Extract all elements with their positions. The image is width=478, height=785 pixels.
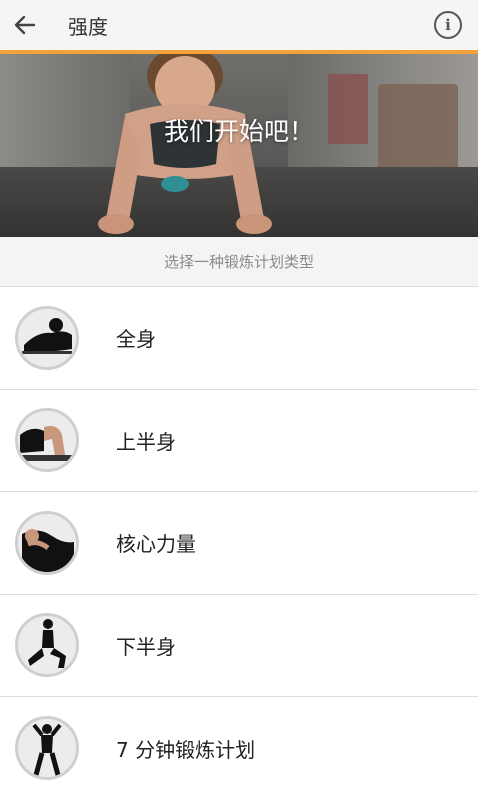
page-title: 强度 [68, 14, 108, 39]
workout-type-full-body[interactable]: 全身 [0, 287, 478, 390]
section-subtitle: 选择一种锻炼计划类型 [0, 237, 478, 287]
app-screen: 强度 i 我们开始吧！ 选择一种锻炼计划类型 全身 上半身 核心力量 下半身 7… [0, 0, 478, 785]
info-icon-glyph: i [445, 16, 451, 34]
hero-headline: 我们开始吧！ [163, 117, 314, 146]
workout-type-label: 下半身 [116, 634, 176, 659]
workout-type-label: 全身 [116, 327, 156, 352]
workout-type-upper-body[interactable]: 上半身 [0, 389, 478, 492]
workout-type-label: 7 分钟锻炼计划 [116, 737, 256, 762]
app-bar: 强度 i [0, 0, 478, 50]
workout-type-label: 核心力量 [116, 532, 196, 557]
upper-body-workout-icon [15, 408, 79, 473]
lower-body-workout-icon [15, 613, 79, 678]
workout-type-seven-minute[interactable]: 7 分钟锻炼计划 [0, 697, 478, 785]
info-icon[interactable]: i [434, 11, 462, 39]
core-strength-workout-icon [15, 510, 79, 575]
full-body-workout-icon [15, 305, 79, 370]
workout-type-core-strength[interactable]: 核心力量 [0, 492, 478, 595]
arrow-left-icon[interactable] [0, 0, 50, 50]
workout-type-lower-body[interactable]: 下半身 [0, 594, 478, 697]
seven-minute-workout-icon [15, 716, 79, 781]
workout-type-list: 全身 上半身 核心力量 下半身 7 分钟锻炼计划 [0, 287, 478, 785]
hero-banner: 我们开始吧！ [0, 54, 478, 237]
workout-type-label: 上半身 [116, 429, 176, 454]
